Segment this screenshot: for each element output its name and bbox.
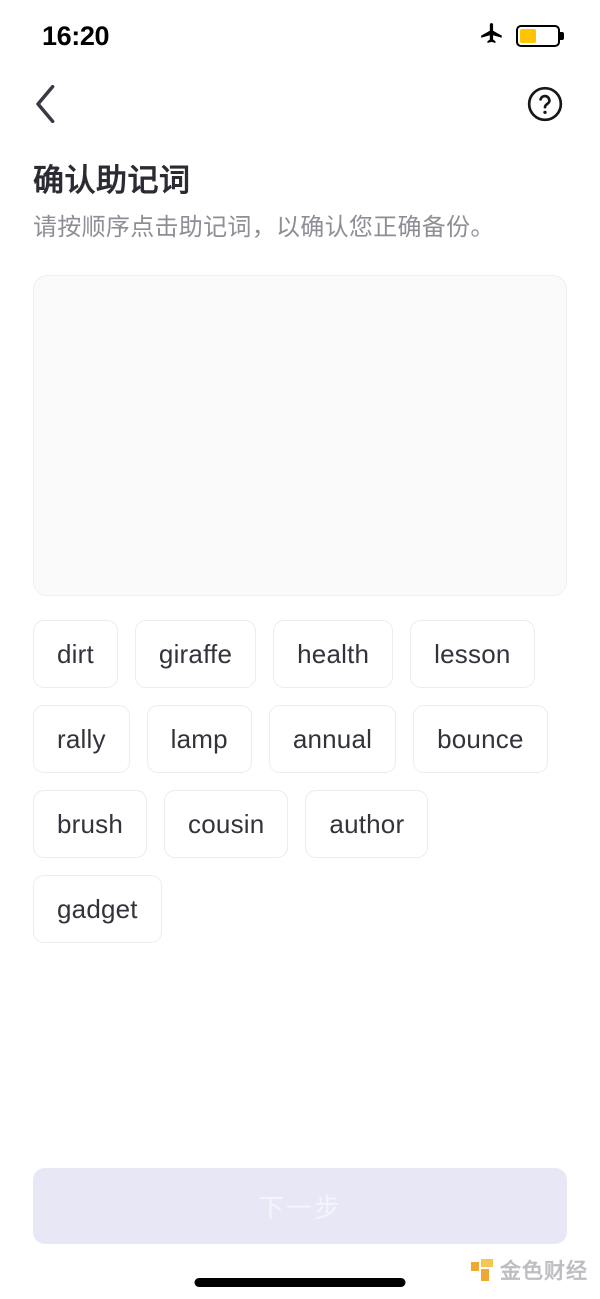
page-subtitle: 请按顺序点击助记词，以确认您正确备份。 (33, 214, 495, 242)
selected-words-area[interactable] (33, 275, 567, 597)
heading-block: 确认助记词 请按顺序点击助记词，以确认您正确备份。 (0, 140, 600, 243)
status-bar: 16:20 (0, 0, 600, 72)
word-chip[interactable]: rally (33, 705, 130, 774)
page-title: 确认助记词 (33, 163, 191, 198)
question-circle-icon (526, 85, 564, 128)
navigation-bar (0, 72, 600, 140)
word-chip[interactable]: dirt (33, 620, 118, 689)
next-button[interactable]: 下一步 (33, 1168, 567, 1244)
back-button[interactable] (24, 84, 68, 128)
battery-fill (520, 29, 537, 43)
word-chip[interactable]: health (273, 620, 394, 689)
battery-icon (516, 25, 560, 47)
word-chip[interactable]: cousin (164, 790, 289, 859)
word-pool: dirt giraffe health lesson rally lamp annual bo… (33, 620, 567, 944)
word-chip[interactable]: annual (268, 705, 397, 774)
watermark-text: 金色财经 (500, 1260, 588, 1283)
airplane-mode-icon (479, 21, 505, 52)
help-button[interactable] (523, 84, 567, 128)
home-indicator-bar (194, 1278, 406, 1287)
word-chip[interactable]: bounce (413, 705, 548, 774)
word-chip[interactable]: author (305, 790, 429, 859)
word-chip[interactable]: giraffe (134, 620, 257, 689)
status-time: 16:20 (42, 20, 110, 51)
jinse-logo-icon (471, 1259, 493, 1281)
chevron-left-icon (33, 84, 59, 129)
word-chip[interactable]: lamp (146, 705, 252, 774)
word-chip[interactable]: brush (33, 790, 148, 859)
word-chip[interactable]: gadget (33, 875, 162, 944)
status-indicators (479, 21, 560, 52)
watermark: 金色财经 (471, 1255, 588, 1285)
word-chip[interactable]: lesson (410, 620, 535, 689)
